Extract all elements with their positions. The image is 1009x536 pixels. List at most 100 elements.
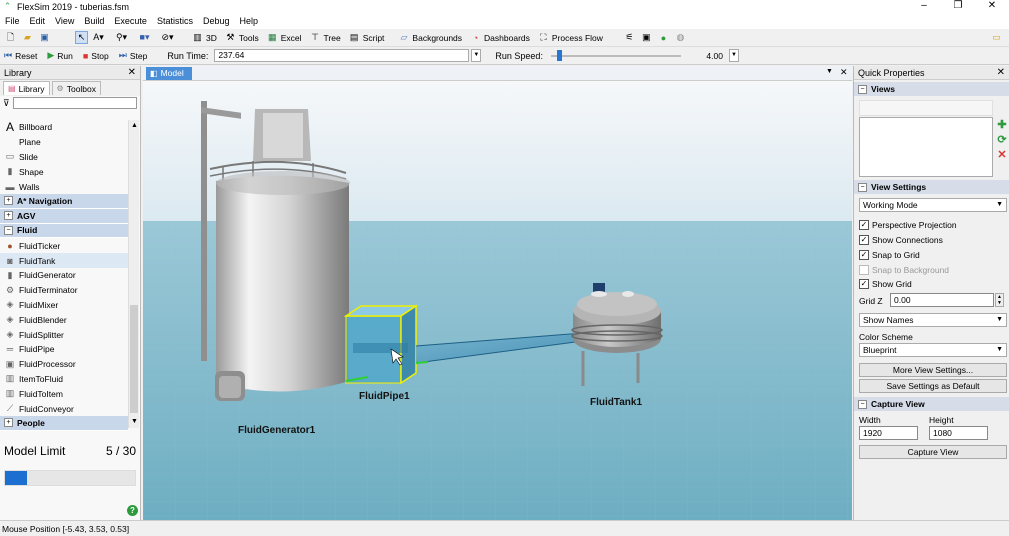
color-scheme-select[interactable]: Blueprint ▼ <box>859 343 1007 357</box>
list-item[interactable]: ◈ FluidSplitter <box>0 327 128 342</box>
list-item[interactable]: ▮ Shape <box>0 164 128 179</box>
run-speed-dropdown-icon[interactable]: ▼ <box>728 49 739 62</box>
library-group-agv[interactable]: + AGV <box>0 208 128 224</box>
library-scrollbar-thumb[interactable] <box>130 305 138 413</box>
stop-button[interactable]: ■ Stop <box>83 51 109 61</box>
globe-icon[interactable]: ◍ <box>674 31 687 44</box>
list-item[interactable]: ◙ FluidTank <box>0 253 128 268</box>
new-file-icon[interactable]: 🗋 <box>4 31 17 44</box>
list-item[interactable]: ⟋ FluidConveyor <box>0 401 128 416</box>
list-item[interactable]: Plane <box>0 135 128 150</box>
dashboards-button[interactable]: ◔ Dashboards <box>470 32 530 43</box>
collapse-icon[interactable]: − <box>4 225 13 235</box>
list-item[interactable]: ▥ ItemToFluid <box>0 372 128 387</box>
grid-z-stepper[interactable]: ▲ ▼ <box>995 293 1004 307</box>
snap-to-grid-checkbox[interactable]: ✓ Snap to Grid <box>859 248 920 261</box>
disconnect-mode-icon[interactable]: ⚲▾ <box>115 31 128 44</box>
list-item[interactable]: ▬ Walls <box>0 179 128 194</box>
expand-icon[interactable]: + <box>4 196 13 206</box>
perspective-projection-checkbox[interactable]: ✓ Perspective Projection <box>859 218 957 231</box>
list-item[interactable]: ◈ FluidBlender <box>0 312 128 327</box>
3d-scene[interactable]: FluidGenerator1 FluidPipe1 FluidTank1 <box>143 81 852 520</box>
capture-view-button[interactable]: Capture View <box>859 445 1007 459</box>
views-list[interactable] <box>859 117 993 177</box>
menu-edit[interactable]: Edit <box>25 16 51 26</box>
3d-view-button[interactable]: ▥ 3D <box>192 32 217 43</box>
show-grid-checkbox[interactable]: ✓ Show Grid <box>859 277 912 290</box>
tab-model[interactable]: ◧ Model <box>146 66 192 80</box>
step-button[interactable]: ⏭ Step <box>119 50 148 61</box>
select-mode-icon[interactable]: ↖ <box>75 31 88 44</box>
window-icon[interactable]: ▣ <box>640 31 653 44</box>
show-names-select[interactable]: Show Names ▼ <box>859 313 1007 327</box>
collapse-icon[interactable]: − <box>858 182 867 192</box>
show-connections-checkbox[interactable]: ✓ Show Connections <box>859 233 943 246</box>
restore-icon[interactable]: ❐ <box>941 0 975 13</box>
list-item[interactable]: ● FluidTicker <box>0 238 128 253</box>
menu-statistics[interactable]: Statistics <box>152 16 198 26</box>
collapse-icon[interactable]: − <box>858 84 867 94</box>
script-button[interactable]: ▤ Script <box>349 32 385 43</box>
tools-button[interactable]: ⚒ Tools <box>225 32 258 43</box>
expand-icon[interactable]: + <box>4 418 13 428</box>
layout-icon[interactable]: ⚟ <box>623 31 636 44</box>
scroll-down-icon[interactable]: ▼ <box>129 416 140 428</box>
list-item[interactable]: ▮ FluidGenerator <box>0 268 128 283</box>
run-time-field[interactable]: 237.64 <box>214 49 470 62</box>
backgrounds-button[interactable]: ▱ Backgrounds <box>398 32 462 43</box>
menu-help[interactable]: Help <box>234 16 263 26</box>
view-settings-section-header[interactable]: − View Settings <box>854 180 1009 194</box>
list-item[interactable]: A Billboard <box>0 120 128 135</box>
list-item[interactable]: ◈ FluidMixer <box>0 298 128 313</box>
remove-view-icon[interactable]: ✕ <box>996 148 1008 161</box>
scroll-up-icon[interactable]: ▲ <box>129 120 140 132</box>
library-group-fluid[interactable]: − Fluid <box>0 223 128 239</box>
open-folder-icon[interactable]: ▰ <box>21 31 34 44</box>
tree-button[interactable]: ⊤ Tree <box>310 32 341 43</box>
run-speed-slider-thumb[interactable] <box>556 49 562 61</box>
more-view-settings-button[interactable]: More View Settings... <box>859 363 1007 377</box>
capture-view-section-header[interactable]: − Capture View <box>854 397 1009 411</box>
run-speed-slider[interactable] <box>550 49 681 61</box>
working-mode-select[interactable]: Working Mode ▼ <box>859 198 1007 212</box>
capture-height-input[interactable]: 1080 <box>929 426 988 440</box>
list-item[interactable]: ▣ FluidProcessor <box>0 357 128 372</box>
check-icon[interactable]: ✓ <box>859 249 869 260</box>
reset-button[interactable]: ⏮ Reset <box>4 50 37 61</box>
save-icon[interactable]: ▣ <box>38 31 51 44</box>
list-item[interactable]: ▭ Slide <box>0 150 128 165</box>
list-item[interactable]: ▥ FluidToItem <box>0 386 128 401</box>
process-flow-button[interactable]: ⛶ Process Flow <box>538 32 603 43</box>
check-icon[interactable]: ✓ <box>859 278 869 289</box>
tab-toolbox[interactable]: ⚙ Toolbox <box>51 81 102 95</box>
help-circle-icon[interactable]: ● <box>657 31 670 44</box>
library-group-navigation[interactable]: + A* Navigation <box>0 193 128 209</box>
library-scrollbar[interactable]: ▲ ▼ <box>128 120 139 428</box>
tab-library[interactable]: ▤ Library <box>3 81 50 95</box>
close-icon[interactable]: ✕ <box>840 67 848 78</box>
refresh-view-icon[interactable]: ⟳ <box>996 133 1008 146</box>
library-search-input[interactable] <box>12 97 137 109</box>
menu-execute[interactable]: Execute <box>109 16 152 26</box>
run-button[interactable]: ▶ Run <box>47 50 73 61</box>
close-icon[interactable]: ✕ <box>128 67 136 78</box>
expand-icon[interactable]: + <box>4 211 13 221</box>
3d-viewport[interactable]: FluidGenerator1 FluidPipe1 FluidTank1 <box>143 81 852 520</box>
fluid-pipe-model[interactable] <box>343 304 419 385</box>
connect-mode-icon[interactable]: A▾ <box>92 31 105 44</box>
check-icon[interactable]: ✓ <box>859 234 869 245</box>
run-time-dropdown-icon[interactable]: ▼ <box>471 49 482 62</box>
menu-build[interactable]: Build <box>79 16 109 26</box>
close-icon[interactable]: ✕ <box>975 0 1009 13</box>
help-icon[interactable]: ? <box>127 505 138 516</box>
list-item[interactable]: ═ FluidPipe <box>0 342 128 357</box>
check-icon[interactable]: ✓ <box>859 219 869 230</box>
list-item[interactable]: ⚙ FluidTerminator <box>0 283 128 298</box>
views-name-field[interactable] <box>859 100 993 116</box>
menu-view[interactable]: View <box>50 16 79 26</box>
add-view-icon[interactable]: ✚ <box>996 118 1008 131</box>
library-group-people[interactable]: + People <box>0 415 128 431</box>
create-object-icon[interactable]: ■▾ <box>138 31 151 44</box>
views-section-header[interactable]: − Views <box>854 82 1009 96</box>
collapse-icon[interactable]: − <box>858 399 867 409</box>
